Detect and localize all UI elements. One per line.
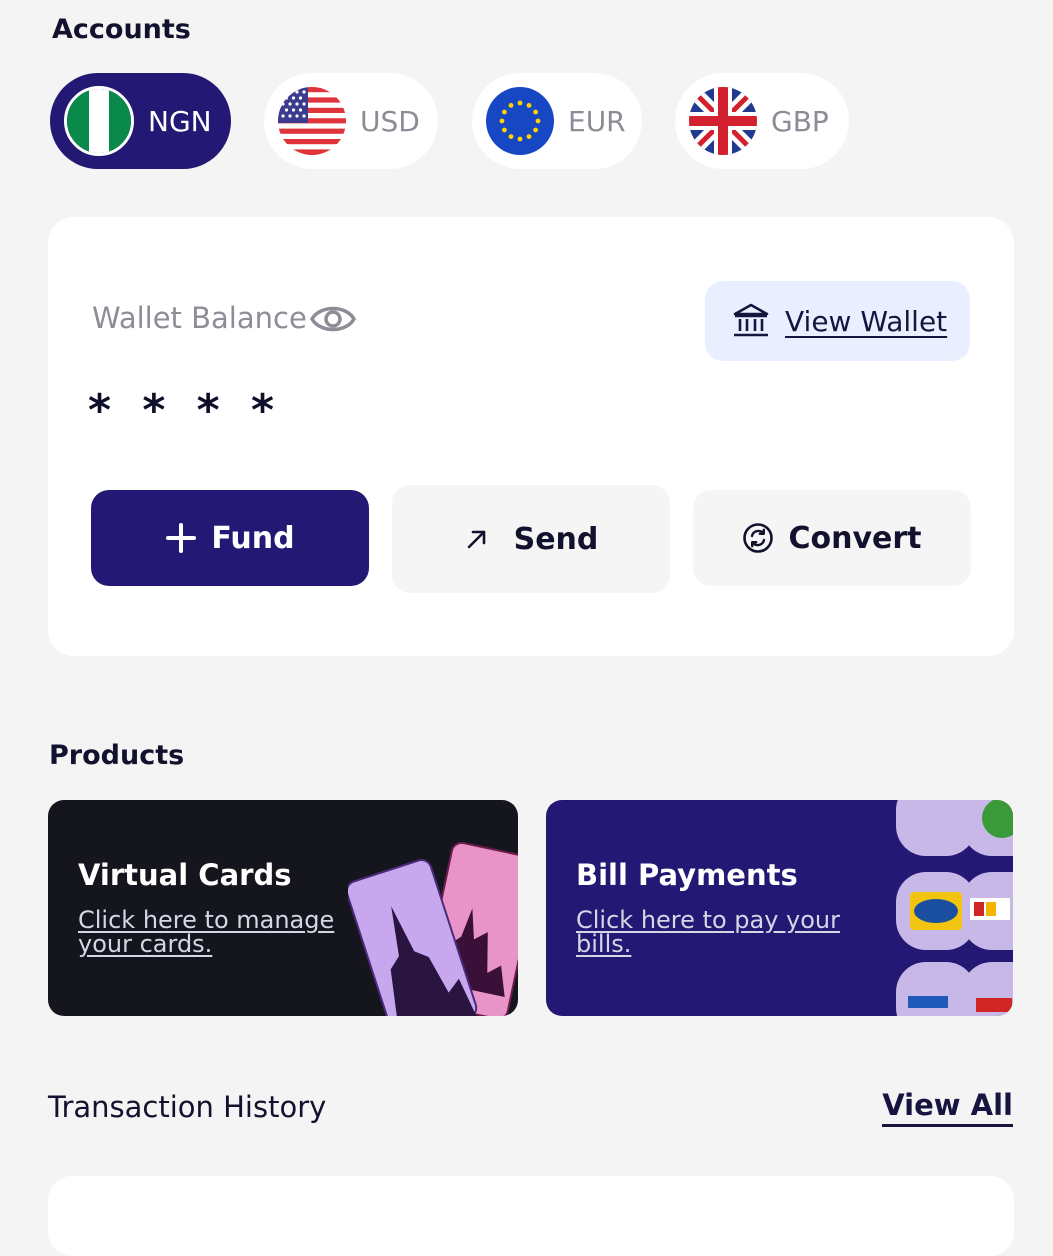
currency-code: NGN [148, 104, 212, 138]
currency-pill-gbp[interactable]: GBP [675, 73, 849, 169]
convert-button[interactable]: Convert [693, 490, 971, 586]
bill-payments-title: Bill Payments [576, 858, 798, 892]
currency-code: GBP [771, 104, 829, 138]
fund-button[interactable]: Fund [91, 490, 369, 586]
bank-icon [731, 301, 771, 341]
nigeria-flag-icon [64, 86, 134, 156]
view-all-link[interactable]: View All [882, 1088, 1013, 1127]
wallet-balance-value: * * * * [88, 385, 282, 436]
plus-icon [166, 523, 197, 553]
send-label: Send [513, 521, 599, 557]
bill-payments-tile[interactable]: Bill Payments Click here to pay your bil… [546, 800, 1013, 1016]
currency-pill-usd[interactable]: USD [264, 73, 438, 169]
transaction-history-card [48, 1176, 1014, 1256]
fund-label: Fund [211, 520, 295, 556]
us-flag-icon [278, 87, 346, 155]
virtual-cards-link[interactable]: Click here to manage your cards. [78, 908, 348, 956]
virtual-cards-illustration: VISA [348, 841, 518, 1016]
eye-icon[interactable] [309, 299, 357, 339]
virtual-cards-title: Virtual Cards [78, 858, 292, 892]
transaction-history-title: Transaction History [48, 1090, 327, 1124]
currency-code: USD [360, 104, 420, 138]
products-title: Products [49, 740, 185, 771]
currency-code: EUR [568, 104, 626, 138]
send-button[interactable]: Send [392, 485, 670, 593]
accounts-title: Accounts [52, 14, 191, 45]
virtual-cards-tile[interactable]: Virtual Cards Click here to manage your … [48, 800, 518, 1016]
currency-pill-eur[interactable]: EUR [472, 73, 642, 169]
eu-flag-icon [486, 87, 554, 155]
billers-logos-illustration [896, 800, 1013, 1016]
uk-flag-icon [689, 87, 757, 155]
arrow-up-right-icon [467, 530, 485, 549]
wallet-card: Wallet Balance View Wallet * * * * Fund [48, 217, 1014, 656]
convert-label: Convert [788, 520, 922, 556]
view-wallet-label: View Wallet [785, 304, 948, 338]
convert-icon [743, 523, 774, 553]
bill-payments-link[interactable]: Click here to pay your bills. [576, 908, 846, 956]
currency-pill-ngn[interactable]: NGN [50, 73, 231, 169]
wallet-balance-label: Wallet Balance [92, 301, 307, 335]
view-wallet-button[interactable]: View Wallet [705, 281, 970, 361]
